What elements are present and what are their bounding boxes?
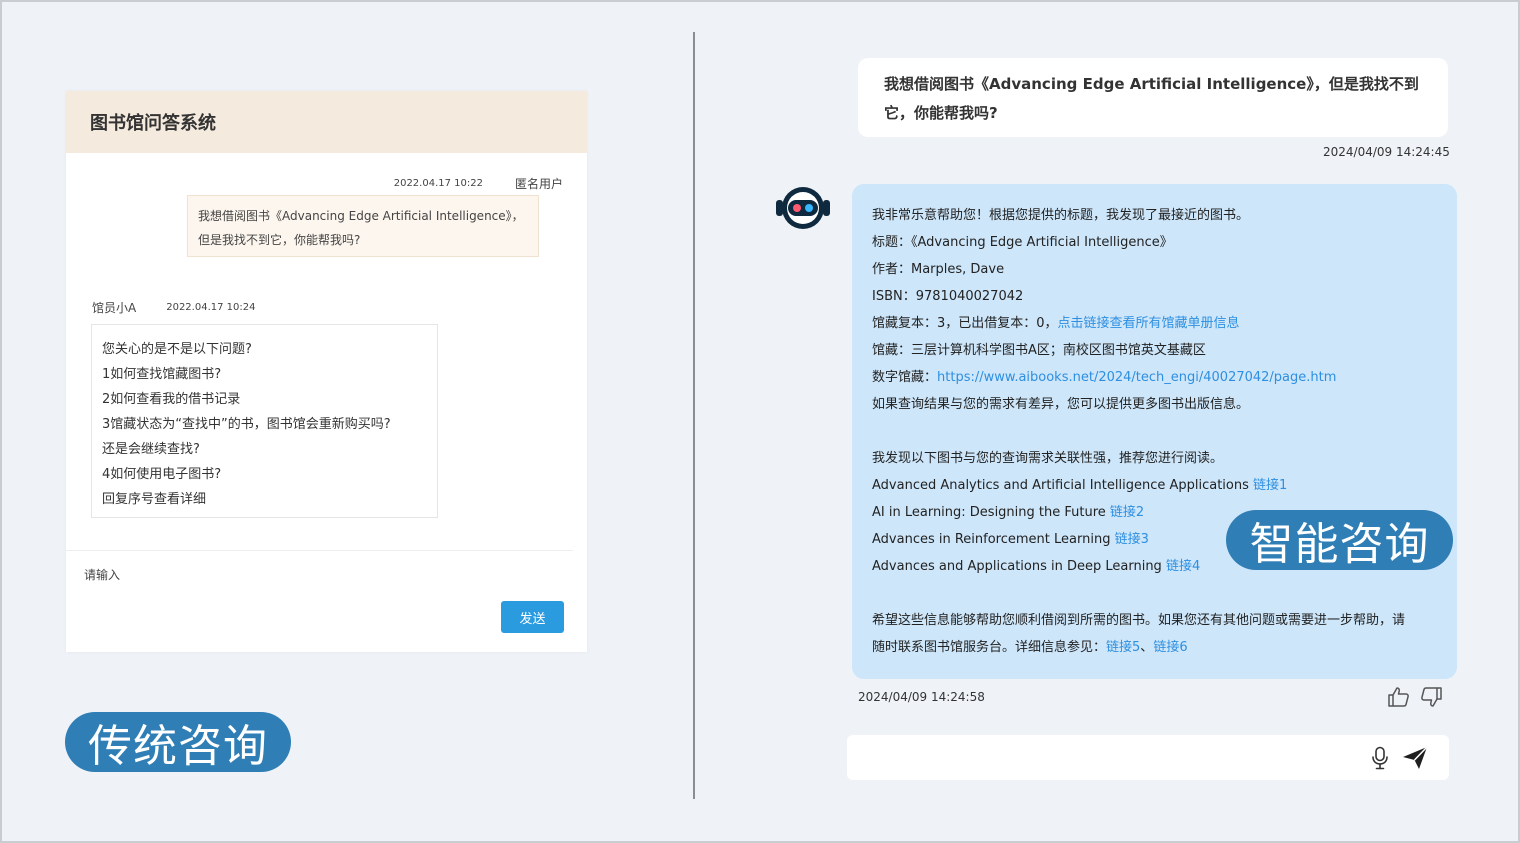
answer-spacer: [872, 580, 1437, 607]
staff-name: 馆员小A: [92, 301, 137, 315]
staff-line: 3馆藏状态为“查找中”的书，图书馆会重新购买吗?: [102, 417, 391, 432]
answer-digital-label: 数字馆藏：: [872, 370, 938, 385]
answer-timestamp: 2024/04/09 14:24:58: [858, 690, 985, 704]
traditional-chat-title: 图书馆问答系统: [90, 113, 216, 134]
thumbs-up-icon[interactable]: [1387, 685, 1411, 709]
recommendation-link[interactable]: 链接2: [1110, 505, 1144, 520]
staff-message-meta: 馆员小A 2022.04.17 10:24: [92, 299, 255, 316]
answer-spacer: [872, 418, 1437, 445]
question-timestamp: 2024/04/09 14:24:45: [1323, 145, 1450, 159]
smart-answer-bubble: 我非常乐意帮助您！根据您提供的标题，我发现了最接近的图书。 标题：《Advanc…: [852, 184, 1457, 679]
microphone-icon[interactable]: [1370, 746, 1390, 770]
staff-line: 回复序号查看详细: [102, 492, 207, 507]
recommendation-title: AI in Learning: Designing the Future: [872, 505, 1106, 520]
smart-question-bubble: 我想借阅图书《Advancing Edge Artificial Intelli…: [858, 58, 1448, 137]
thumbs-down-icon[interactable]: [1419, 685, 1443, 709]
recommendation-link[interactable]: 链接4: [1166, 559, 1200, 574]
robot-avatar-icon: [776, 187, 830, 229]
answer-more-info: 如果查询结果与您的需求有差异，您可以提供更多图书出版信息。: [872, 397, 1250, 412]
smart-consultation-label: 智能咨询: [1226, 510, 1453, 570]
user-message-bubble: 我想借阅图书《Advancing Edge Artificial Intelli…: [187, 195, 539, 257]
answer-closing-2: 随时联系图书馆服务台。详细信息参见：: [872, 640, 1107, 655]
answer-intro: 我非常乐意帮助您！根据您提供的标题，我发现了最接近的图书。: [872, 208, 1250, 223]
answer-copies-text: 馆藏复本：3，已出借复本：0，: [872, 316, 1058, 331]
digital-collection-link[interactable]: https://www.aibooks.net/2024/tech_engi/4…: [937, 370, 1336, 385]
recommendation-link[interactable]: 链接1: [1253, 478, 1287, 493]
traditional-chat-panel: 图书馆问答系统 2022.04.17 10:22 匿名用户 我想借阅图书《Adv…: [66, 91, 587, 652]
recommendation-title: Advances in Reinforcement Learning: [872, 532, 1111, 547]
staff-line: 4如何使用电子图书?: [102, 467, 222, 482]
smart-message-input[interactable]: [861, 746, 1365, 770]
traditional-message-input[interactable]: [82, 563, 466, 587]
traditional-chat-header: 图书馆问答系统: [66, 91, 587, 153]
send-button[interactable]: 发送: [501, 601, 564, 633]
copies-detail-link[interactable]: 点击链接查看所有馆藏单册信息: [1058, 316, 1240, 331]
answer-recommend-intro: 我发现以下图书与您的查询需求关联性强，推荐您进行阅读。: [872, 451, 1224, 466]
traditional-consultation-label: 传统咨询: [65, 712, 291, 772]
recommendation-title: Advanced Analytics and Artificial Intell…: [872, 478, 1249, 493]
answer-location: 馆藏：三层计算机科学图书A区；南校区图书馆英文基藏区: [872, 343, 1206, 358]
staff-message-bubble: 您关心的是不是以下问题? 1如何查找馆藏图书? 2如何查看我的借书记录 3馆藏状…: [91, 324, 438, 518]
staff-message-time: 2022.04.17 10:24: [166, 302, 256, 313]
answer-book-isbn: ISBN：9781040027042: [872, 289, 1024, 304]
recommendation-link[interactable]: 链接3: [1115, 532, 1149, 547]
smart-input-bar: [847, 735, 1449, 780]
recommendation-title: Advances and Applications in Deep Learni…: [872, 559, 1162, 574]
answer-closing-1: 希望这些信息能够帮助您顺利借阅到所需的图书。如果您还有其他问题或需要进一步帮助，…: [872, 613, 1406, 628]
detail-link-6[interactable]: 链接6: [1153, 640, 1187, 655]
user-name: 匿名用户: [514, 177, 563, 191]
link-separator: 、: [1140, 640, 1154, 655]
recommendation-item: Advanced Analytics and Artificial Intell…: [872, 472, 1437, 499]
detail-link-5[interactable]: 链接5: [1106, 640, 1140, 655]
answer-book-author: 作者：Marples, Dave: [872, 262, 1005, 277]
user-message-meta: 2022.04.17 10:22 匿名用户: [394, 175, 563, 192]
answer-digital-row: 数字馆藏：https://www.aibooks.net/2024/tech_e…: [872, 364, 1437, 391]
staff-line: 还是会继续查找?: [102, 442, 200, 457]
answer-book-title: 标题：《Advancing Edge Artificial Intelligen…: [872, 235, 1173, 250]
user-message-time: 2022.04.17 10:22: [393, 178, 483, 189]
staff-line: 2如何查看我的借书记录: [102, 392, 241, 407]
staff-line: 您关心的是不是以下问题?: [102, 342, 252, 357]
staff-line: 1如何查找馆藏图书?: [102, 367, 222, 382]
center-divider: [693, 32, 695, 799]
input-separator: [66, 550, 573, 551]
answer-copies-row: 馆藏复本：3，已出借复本：0，点击链接查看所有馆藏单册信息: [872, 310, 1437, 337]
send-icon[interactable]: [1402, 746, 1428, 770]
answer-closing-2-row: 随时联系图书馆服务台。详细信息参见：链接5、链接6: [872, 634, 1437, 661]
